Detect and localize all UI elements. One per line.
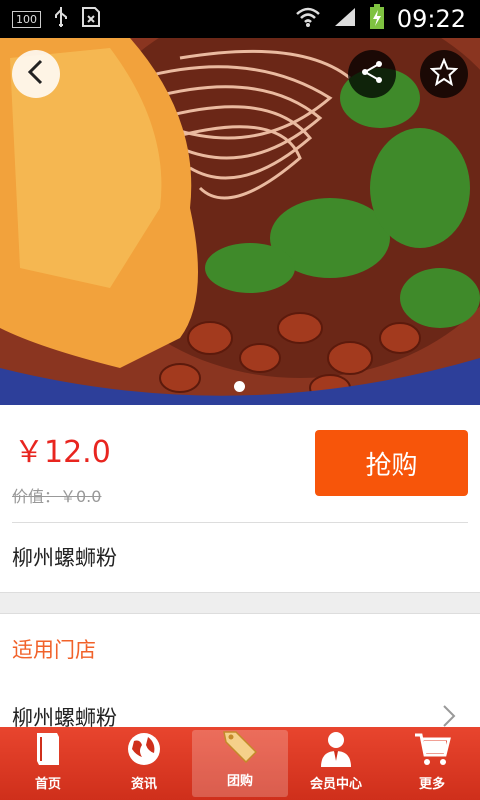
share-button[interactable] [348,50,396,98]
buy-button[interactable]: 抢购 [315,430,468,496]
tab-home[interactable]: 首页 [0,727,96,800]
food-illustration [0,38,480,405]
stores-section-title: 适用门店 [12,638,96,662]
member-icon [319,731,353,767]
back-button[interactable] [12,50,60,98]
battery-percent-badge: 100 [12,10,41,28]
bottom-tab-bar: 首页 资讯 团购 会员中心 更多 [0,727,480,800]
section-gap [0,592,480,614]
share-icon [359,59,385,89]
divider [12,522,468,523]
status-bar: 100 09:22 [0,0,480,38]
sale-tag-icon [220,728,260,764]
product-name: 柳州螺蛳粉 [12,546,117,570]
page-indicator-dot [234,381,245,392]
globe-icon [126,731,162,767]
current-price: ￥12.0 [14,435,111,470]
tab-label: 首页 [34,777,61,792]
sd-card-icon [81,6,101,32]
battery-icon [369,4,385,34]
tab-news[interactable]: 资讯 [96,727,192,800]
cart-icon [413,731,451,767]
original-value: 价值：￥0.0 [12,487,102,506]
favorite-button[interactable] [420,50,468,98]
tab-label: 资讯 [130,777,157,792]
usb-icon [53,6,69,32]
book-icon [33,731,63,767]
tab-label: 团购 [226,774,253,789]
tab-member-center[interactable]: 会员中心 [288,727,384,800]
tab-group-buy[interactable]: 团购 [192,730,288,797]
tab-label: 更多 [418,777,445,792]
chevron-left-icon [26,59,46,89]
clock: 09:22 [396,5,466,33]
wifi-icon [295,6,321,32]
tab-label: 会员中心 [309,777,362,792]
star-icon [429,57,459,90]
signal-icon [333,6,357,32]
tab-more[interactable]: 更多 [384,727,480,800]
price-section: ￥12.0 价值：￥0.0 抢购 [0,405,480,522]
product-image[interactable] [0,38,480,405]
